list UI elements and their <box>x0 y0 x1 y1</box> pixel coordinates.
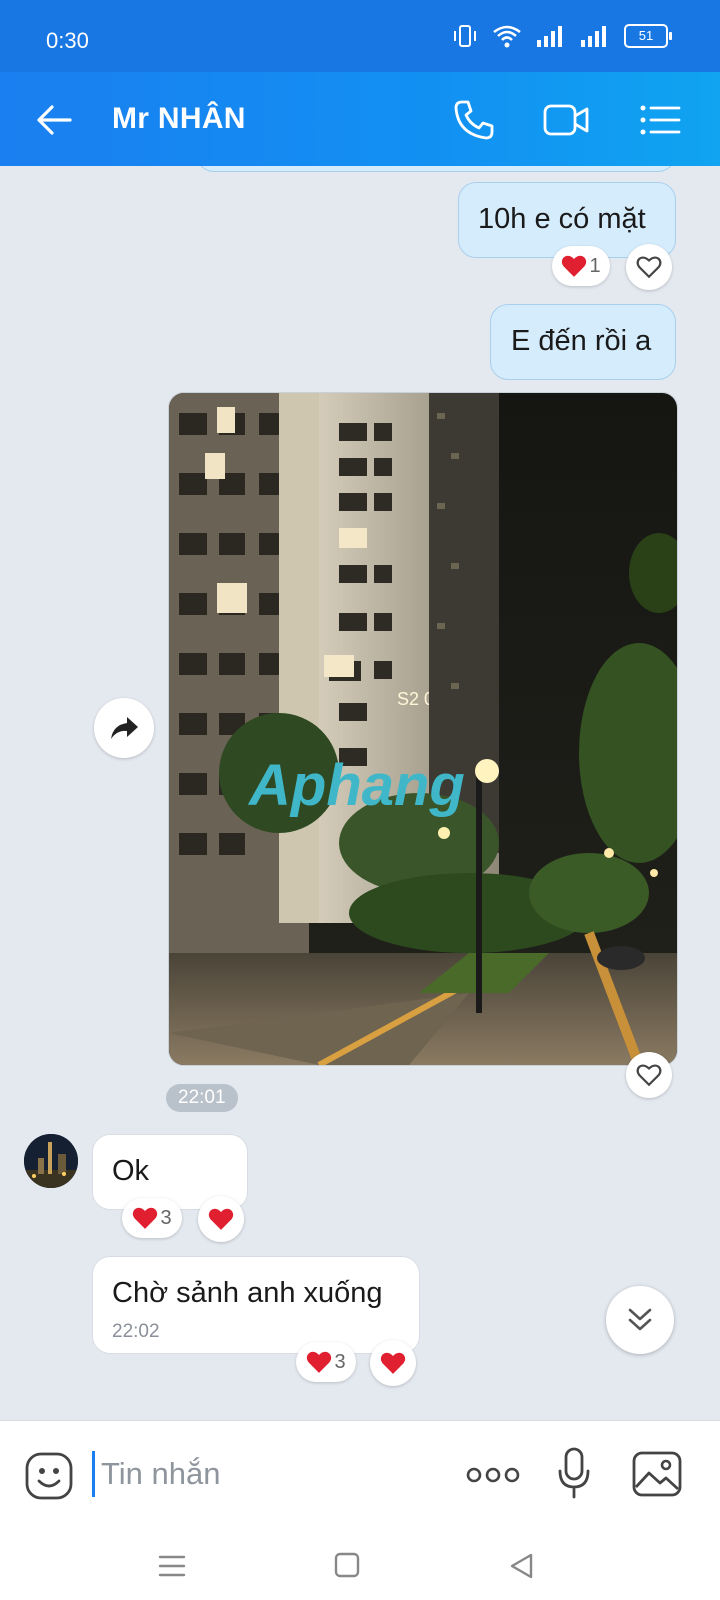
heart-icon <box>208 1208 234 1230</box>
message-input[interactable]: Tin nhắn <box>92 1451 441 1497</box>
menu-list-icon[interactable] <box>636 96 684 144</box>
status-bar: 0:30 51 <box>0 0 720 72</box>
chat-area[interactable]: 10h e có mặt 1 E đến rồi a S2 02 Aphang … <box>0 166 720 1420</box>
message-text: Ok <box>112 1155 150 1187</box>
more-options-icon[interactable] <box>466 1465 520 1485</box>
heart-icon <box>380 1352 406 1374</box>
signal-icon-2 <box>581 26 606 47</box>
reaction-count: 1 <box>589 254 601 277</box>
react-heart-button[interactable] <box>198 1196 244 1242</box>
back-arrow-icon[interactable] <box>32 98 76 142</box>
status-time: 0:30 <box>46 28 89 53</box>
battery-indicator: 51 <box>624 24 672 48</box>
outgoing-message[interactable]: E đến rồi a <box>490 304 676 380</box>
share-arrow-icon <box>111 717 138 739</box>
avatar-image <box>24 1134 78 1188</box>
contact-name[interactable]: Mr NHÂN <box>112 102 246 136</box>
reaction-count: 3 <box>160 1206 172 1229</box>
message-timestamp: 22:01 <box>166 1084 238 1112</box>
reaction-count: 3 <box>334 1350 346 1373</box>
heart-icon <box>307 1351 332 1373</box>
react-heart-button[interactable] <box>370 1340 416 1386</box>
photo-message[interactable]: S2 02 Aphang <box>168 392 678 1066</box>
heart-outline-icon <box>636 1064 662 1087</box>
reaction-summary[interactable]: 1 <box>552 246 610 286</box>
back-nav-icon[interactable] <box>508 1552 534 1580</box>
video-call-icon[interactable] <box>542 96 590 144</box>
message-timestamp: 22:02 <box>112 1321 160 1342</box>
message-text: Chờ sảnh anh xuống <box>112 1277 383 1309</box>
status-icons: 51 <box>452 24 672 48</box>
home-icon[interactable] <box>334 1552 360 1578</box>
react-heart-button[interactable] <box>626 244 672 290</box>
signal-icon-1 <box>537 26 562 47</box>
chat-header: Mr NHÂN <box>0 72 720 166</box>
system-navigation-bar <box>0 1530 720 1600</box>
heart-icon <box>133 1207 158 1229</box>
photo-watermark: Aphang <box>247 753 465 818</box>
previous-message-bubble[interactable] <box>196 166 676 172</box>
double-chevron-down-icon <box>628 1308 652 1331</box>
incoming-message[interactable]: Chờ sảnh anh xuống 22:02 <box>92 1256 420 1354</box>
vibrate-icon <box>454 25 476 47</box>
message-composer: Tin nhắn <box>0 1420 720 1531</box>
microphone-icon[interactable] <box>556 1447 592 1501</box>
wifi-icon <box>493 25 521 48</box>
reaction-summary[interactable]: 3 <box>122 1198 182 1238</box>
scroll-to-bottom-button[interactable] <box>606 1286 674 1354</box>
phone-call-icon[interactable] <box>450 96 498 144</box>
recent-apps-icon[interactable] <box>158 1554 186 1578</box>
heart-icon <box>562 255 587 277</box>
react-heart-button[interactable] <box>626 1052 672 1098</box>
reaction-summary[interactable]: 3 <box>296 1342 356 1382</box>
avatar[interactable] <box>24 1134 78 1188</box>
heart-outline-icon <box>636 256 662 279</box>
message-text: E đến rồi a <box>511 325 652 357</box>
emoji-sticker-icon[interactable] <box>24 1451 74 1501</box>
forward-button[interactable] <box>94 698 154 758</box>
night-building-photo: S2 02 Aphang <box>169 393 677 1065</box>
message-text: 10h e có mặt <box>478 203 646 235</box>
image-gallery-icon[interactable] <box>632 1451 682 1497</box>
